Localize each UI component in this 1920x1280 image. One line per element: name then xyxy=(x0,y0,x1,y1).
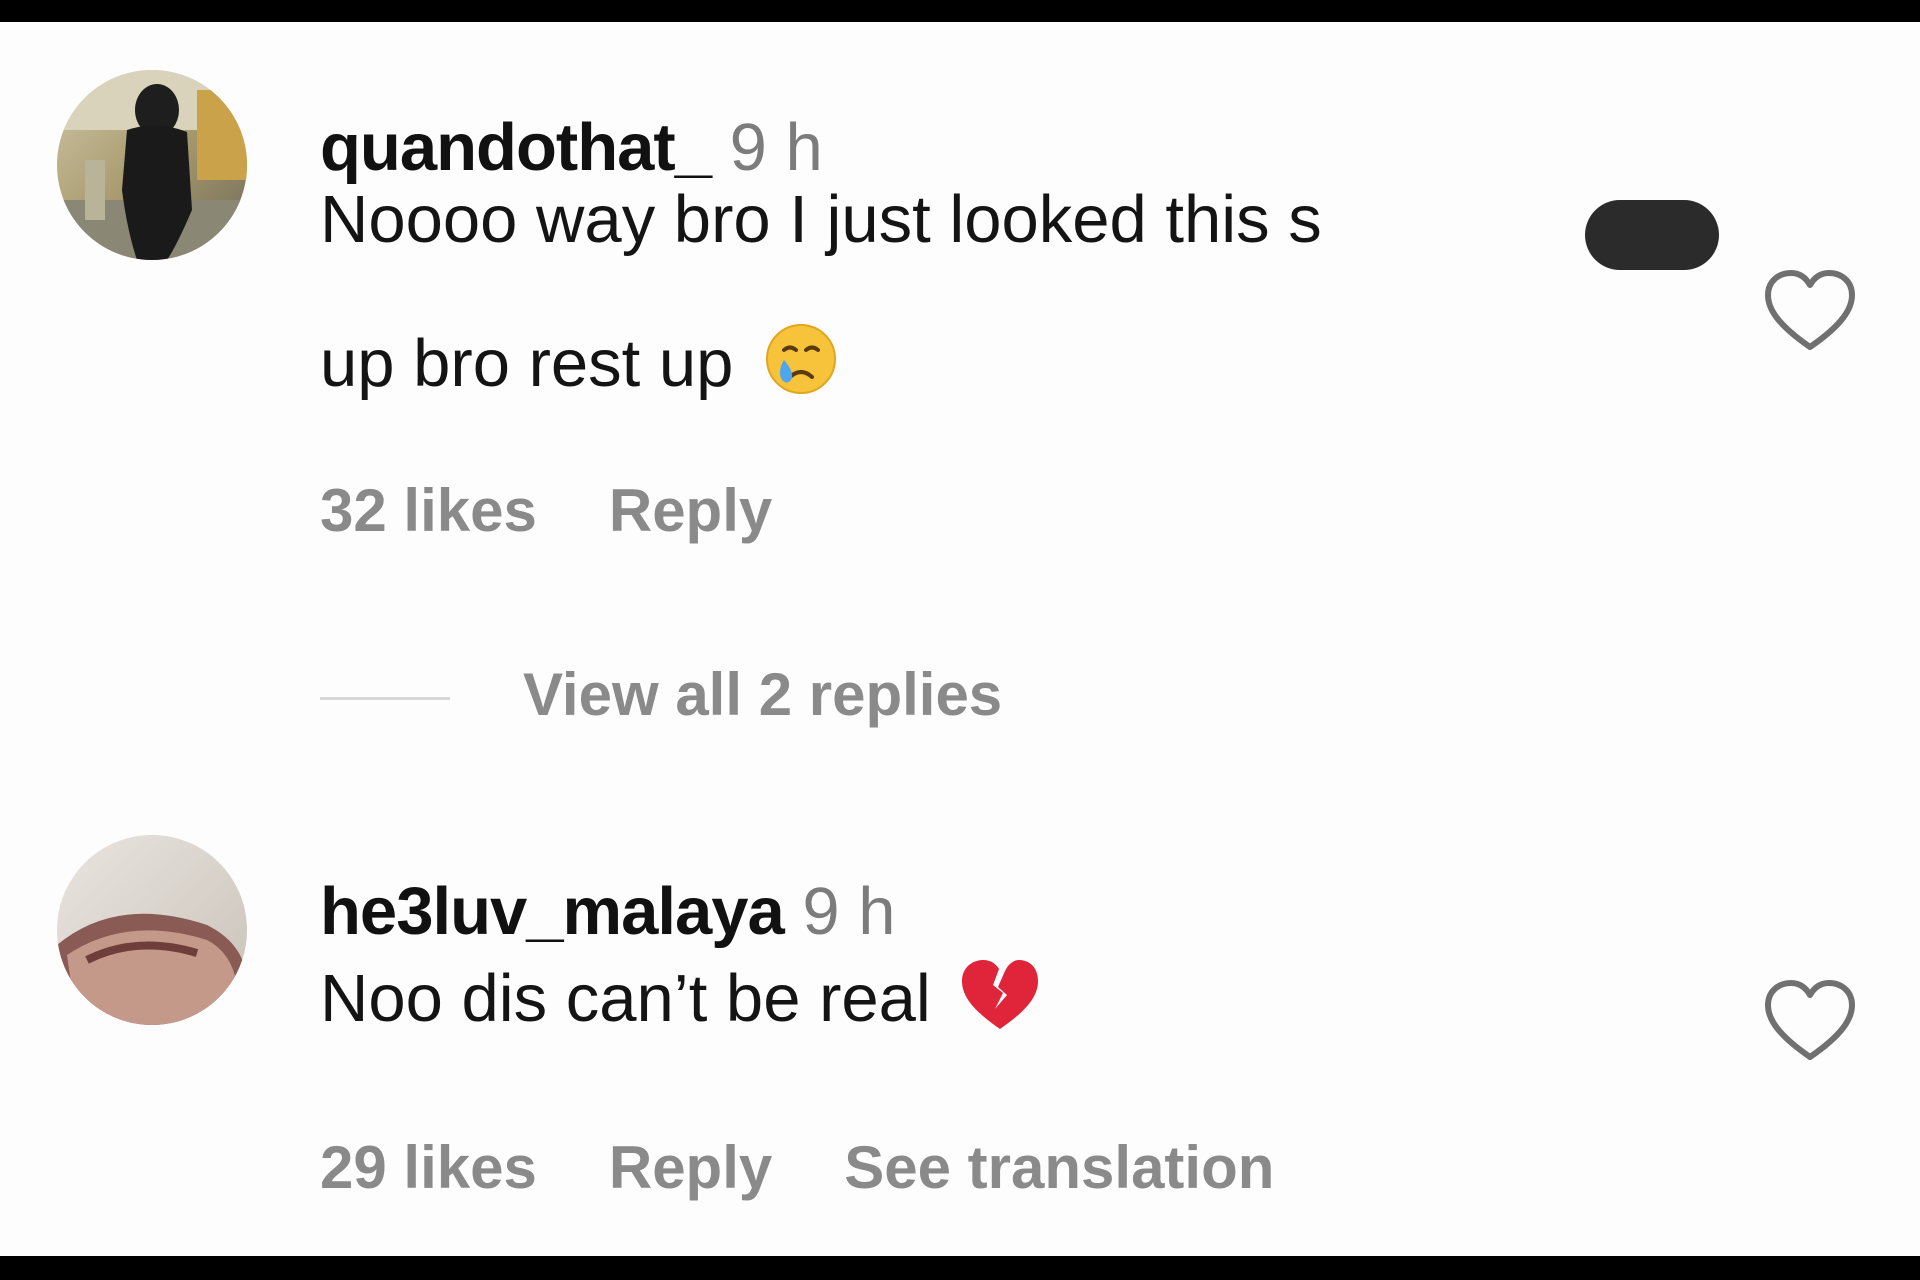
crying-face-emoji-icon xyxy=(762,320,840,414)
like-button[interactable] xyxy=(1760,267,1860,357)
redaction-mark xyxy=(1585,200,1719,270)
likes-count[interactable]: 32 likes xyxy=(320,477,537,544)
reply-button[interactable]: Reply xyxy=(609,1134,772,1201)
comment-text-line-1: Noooo way bro I just looked this s xyxy=(320,182,1322,257)
likes-count[interactable]: 29 likes xyxy=(320,1134,537,1201)
see-translation-button[interactable]: See translation xyxy=(844,1134,1274,1201)
broken-heart-emoji-icon xyxy=(959,957,1041,1049)
comment-timestamp: 9 h xyxy=(729,110,823,185)
heart-icon xyxy=(1765,270,1855,350)
reply-button[interactable]: Reply xyxy=(609,477,772,544)
comment-text: Noo dis can’t be real xyxy=(320,957,1041,1049)
comment-text-line-2: up bro rest up xyxy=(320,326,734,401)
replies-divider xyxy=(320,697,450,700)
comment-header: he3luv_malaya 9 h xyxy=(320,872,896,952)
view-replies-button[interactable]: View all 2 replies xyxy=(523,655,1002,735)
comment-text-continued: up bro rest up xyxy=(320,320,840,414)
avatar[interactable] xyxy=(57,70,247,260)
avatar-photo xyxy=(57,70,247,260)
comment-username[interactable]: quandothat_ xyxy=(320,110,712,185)
comment-text: Noooo way bro I just looked this s xyxy=(320,182,1322,258)
comments-screen: quandothat_ 9 h Noooo way bro I just loo… xyxy=(0,22,1920,1256)
comment-timestamp: 9 h xyxy=(802,874,896,949)
comment-username[interactable]: he3luv_malaya xyxy=(320,874,785,949)
comment-text-line-1: Noo dis can’t be real xyxy=(320,961,931,1036)
heart-icon xyxy=(1765,980,1855,1060)
comment-actions: 32 likes Reply xyxy=(320,475,844,547)
like-button[interactable] xyxy=(1760,977,1860,1067)
avatar-photo xyxy=(57,835,247,1025)
comment-header: quandothat_ 9 h xyxy=(320,108,823,188)
avatar[interactable] xyxy=(57,835,247,1025)
comment-actions: 29 likes Reply See translation xyxy=(320,1132,1346,1204)
